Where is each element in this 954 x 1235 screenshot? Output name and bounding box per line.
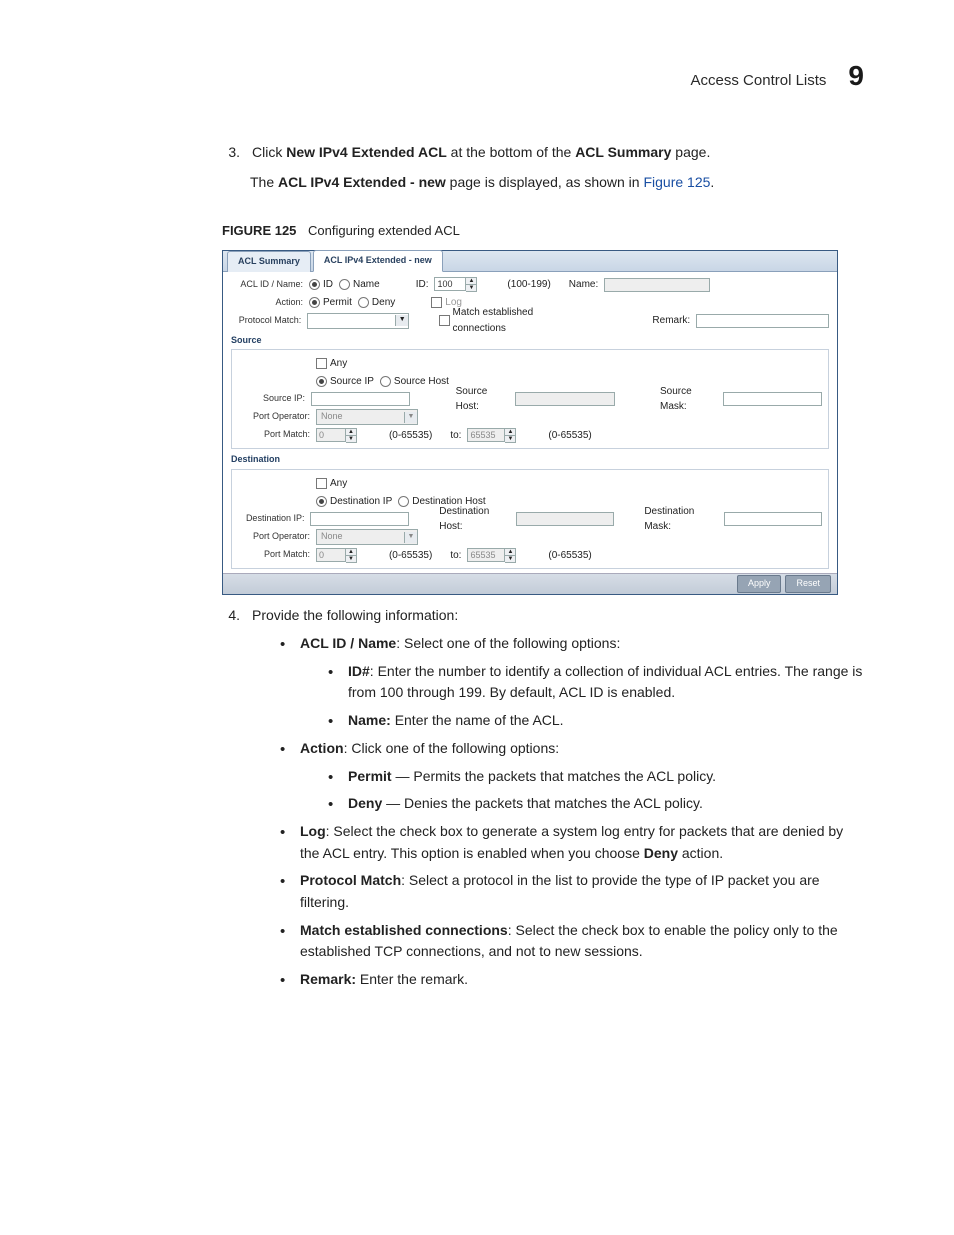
name-input[interactable] <box>604 278 710 292</box>
source-mask-input[interactable] <box>723 392 822 406</box>
instructions-list: ACL ID / Name: Select one of the followi… <box>280 633 864 991</box>
label-name: Name: <box>569 277 598 293</box>
step-text: Click New IPv4 Extended ACL at the botto… <box>252 142 710 164</box>
checkbox-source-any[interactable]: Any <box>316 356 347 372</box>
source-port-low-stepper[interactable]: 0▲▼ <box>316 428 357 443</box>
chevron-down-icon: ▼ <box>404 532 417 543</box>
select-protocol[interactable]: ▼ <box>307 313 409 329</box>
select-destination-port-operator[interactable]: None▼ <box>316 529 418 545</box>
destination-host-input[interactable] <box>516 512 614 526</box>
spinner-arrows-icon[interactable]: ▲▼ <box>346 428 357 443</box>
label-destination-mask: Destination Mask: <box>644 504 717 535</box>
label-source-host: Source Host: <box>456 384 510 415</box>
fieldset-source: Any Source IP Source Host Source IP: Sou… <box>231 349 829 449</box>
radio-dot-icon <box>339 279 350 290</box>
destination-mask-input[interactable] <box>724 512 822 526</box>
chevron-down-icon: ▼ <box>404 412 417 423</box>
apply-button[interactable]: Apply <box>737 575 782 593</box>
radio-dot-icon <box>358 297 369 308</box>
list-item: Match established connections: Select th… <box>280 920 864 963</box>
list-item: Permit — Permits the packets that matche… <box>328 766 864 788</box>
list-item: Name: Enter the name of the ACL. <box>328 710 864 732</box>
label-source-port-operator: Port Operator: <box>238 410 310 424</box>
remark-input[interactable] <box>696 314 829 328</box>
list-item: ACL ID / Name: Select one of the followi… <box>280 633 864 732</box>
list-item: ID#: Enter the number to identify a coll… <box>328 661 864 704</box>
label-action: Action: <box>231 296 303 310</box>
step-3-sub: The ACL IPv4 Extended - new page is disp… <box>250 172 864 194</box>
id-input[interactable]: 100 <box>434 277 466 291</box>
page-header-title: Access Control Lists <box>691 72 827 89</box>
button-bar: Apply Reset <box>223 573 837 594</box>
destination-port-high-stepper[interactable]: 65535▲▼ <box>467 548 516 563</box>
radio-deny[interactable]: Deny <box>358 295 395 311</box>
label-source-port-match: Port Match: <box>238 428 310 442</box>
list-item: Action: Click one of the following optio… <box>280 738 864 815</box>
id-range: (100-199) <box>507 277 550 293</box>
radio-dot-icon <box>398 496 409 507</box>
radio-permit[interactable]: Permit <box>309 295 352 311</box>
label-destination-port-match: Port Match: <box>238 548 310 562</box>
radio-dot-icon <box>316 496 327 507</box>
row-protocol-match: Protocol Match: ▼ Match established conn… <box>231 312 829 330</box>
spinner-arrows-icon[interactable]: ▲▼ <box>505 428 516 443</box>
checkbox-icon <box>316 478 327 489</box>
radio-dot-icon <box>316 376 327 387</box>
legend-destination: Destination <box>231 453 829 467</box>
spinner-arrows-icon[interactable]: ▲▼ <box>346 548 357 563</box>
checkbox-icon <box>316 358 327 369</box>
label-id: ID: <box>416 277 429 293</box>
page-header-number: 9 <box>848 60 864 92</box>
list-item: Remark: Enter the remark. <box>280 969 864 991</box>
radio-destination-ip[interactable]: Destination IP <box>316 494 392 510</box>
row-acl-id-name: ACL ID / Name: ID Name ID: 100 ▲▼ (100-1… <box>231 276 829 294</box>
destination-port-low-stepper[interactable]: 0▲▼ <box>316 548 357 563</box>
source-port-high-stepper[interactable]: 65535▲▼ <box>467 428 516 443</box>
list-item: Deny — Denies the packets that matches t… <box>328 793 864 815</box>
radio-dot-icon <box>309 297 320 308</box>
radio-dot-icon <box>380 376 391 387</box>
fieldset-destination: Any Destination IP Destination Host Dest… <box>231 469 829 569</box>
radio-dot-icon <box>309 279 320 290</box>
chevron-down-icon: ▼ <box>395 315 408 326</box>
step-number: 3. <box>222 142 240 164</box>
spinner-arrows-icon[interactable]: ▲▼ <box>505 548 516 563</box>
list-item: Log: Select the check box to generate a … <box>280 821 864 864</box>
label-destination-host: Destination Host: <box>439 504 509 535</box>
label-destination-ip: Destination IP: <box>238 512 304 526</box>
label-protocol-match: Protocol Match: <box>231 314 301 328</box>
label-source-ip: Source IP: <box>238 392 305 406</box>
reset-button[interactable]: Reset <box>785 575 831 593</box>
step-number: 4. <box>222 605 240 627</box>
label-destination-port-operator: Port Operator: <box>238 530 310 544</box>
label-source-mask: Source Mask: <box>660 384 717 415</box>
id-stepper[interactable]: 100 ▲▼ <box>434 277 477 292</box>
checkbox-icon <box>439 315 450 326</box>
step-3: 3. Click New IPv4 Extended ACL at the bo… <box>222 142 864 164</box>
radio-source-ip[interactable]: Source IP <box>316 374 374 390</box>
acl-form-screenshot: ACL Summary ACL IPv4 Extended - new ACL … <box>222 250 838 596</box>
radio-name[interactable]: Name <box>339 277 380 293</box>
figure-link[interactable]: Figure 125 <box>643 174 710 190</box>
source-ip-input[interactable] <box>311 392 410 406</box>
tab-bar: ACL Summary ACL IPv4 Extended - new <box>223 251 837 272</box>
spinner-arrows-icon[interactable]: ▲▼ <box>466 277 477 292</box>
tab-acl-extended-new[interactable]: ACL IPv4 Extended - new <box>313 250 443 272</box>
label-remark: Remark: <box>652 313 690 329</box>
tab-acl-summary[interactable]: ACL Summary <box>227 251 311 272</box>
step-4: 4. Provide the following information: <box>222 605 864 627</box>
radio-source-host[interactable]: Source Host <box>380 374 449 390</box>
label-acl-id-name: ACL ID / Name: <box>231 278 303 292</box>
source-host-input[interactable] <box>515 392 614 406</box>
radio-id[interactable]: ID <box>309 277 333 293</box>
step-text: Provide the following information: <box>252 605 458 627</box>
page-header: Access Control Lists 9 <box>70 60 864 92</box>
checkbox-destination-any[interactable]: Any <box>316 476 347 492</box>
checkbox-match-established[interactable]: Match established connections <box>439 305 586 336</box>
select-source-port-operator[interactable]: None▼ <box>316 409 418 425</box>
list-item: Protocol Match: Select a protocol in the… <box>280 870 864 913</box>
destination-ip-input[interactable] <box>310 512 408 526</box>
figure-caption: FIGURE 125 Configuring extended ACL <box>222 221 864 241</box>
